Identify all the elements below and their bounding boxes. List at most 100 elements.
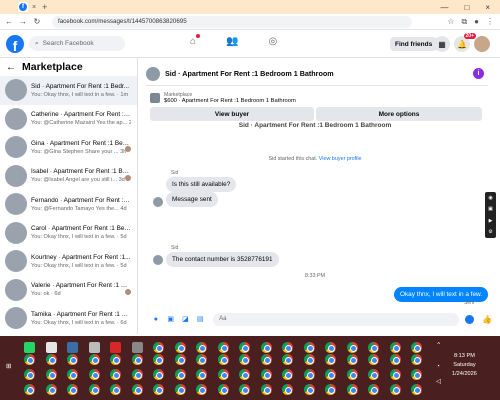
chrome-taskbar-icon[interactable] <box>282 354 293 365</box>
chrome-taskbar-icon[interactable] <box>239 369 250 380</box>
chrome-taskbar-icon[interactable] <box>389 342 401 353</box>
chrome-taskbar-icon[interactable] <box>153 342 164 353</box>
groups-icon[interactable]: ◎ <box>269 36 278 47</box>
chrome-taskbar-icon[interactable] <box>411 384 422 395</box>
chrome-taskbar-icon[interactable] <box>174 384 186 395</box>
find-friends-button[interactable]: Find friends <box>390 37 438 51</box>
chrome-taskbar-icon[interactable] <box>45 384 57 395</box>
chrome-taskbar-icon[interactable] <box>217 384 229 395</box>
chrome-taskbar-icon[interactable] <box>239 354 250 365</box>
chrome-taskbar-icon[interactable] <box>45 369 57 380</box>
photo-icon[interactable]: ▣ <box>166 315 176 323</box>
chrome-taskbar-icon[interactable] <box>196 354 207 365</box>
chrome-taskbar-icon[interactable] <box>45 354 57 365</box>
chrome-taskbar-icon[interactable] <box>368 369 379 380</box>
menu-icon[interactable]: ⋮ <box>486 17 494 27</box>
like-icon[interactable]: 👍 <box>482 315 492 324</box>
chrome-taskbar-icon[interactable] <box>88 384 100 395</box>
chrome-taskbar-icon[interactable] <box>196 384 207 395</box>
chrome-taskbar-icon[interactable] <box>260 342 272 353</box>
app-icon[interactable] <box>131 342 143 353</box>
chrome-taskbar-icon[interactable] <box>325 384 336 395</box>
chrome-taskbar-icon[interactable] <box>67 369 78 380</box>
friends-icon[interactable]: 👥 <box>226 36 238 47</box>
more-options-button[interactable]: More options <box>316 107 482 121</box>
chrome-taskbar-icon[interactable] <box>131 369 143 380</box>
volume-icon[interactable]: ◁ <box>436 377 441 385</box>
network-icon[interactable]: ◔ <box>436 363 440 370</box>
message-input[interactable]: Aa <box>213 312 460 326</box>
tab-close-icon[interactable]: × <box>32 4 36 11</box>
chrome-taskbar-icon[interactable] <box>239 384 250 395</box>
conversation-item[interactable]: Kourtney · Apartment For Rent :1... You: … <box>0 247 137 276</box>
chrome-taskbar-icon[interactable] <box>24 369 35 380</box>
chrome-taskbar-icon[interactable] <box>110 369 121 380</box>
settings-icon[interactable]: ⚙ <box>488 229 492 235</box>
app-icon[interactable] <box>88 342 100 353</box>
view-buyer-profile-link[interactable]: View buyer profile <box>319 156 362 162</box>
back-icon[interactable]: ← <box>4 17 14 26</box>
chrome-taskbar-icon[interactable] <box>282 384 293 395</box>
chrome-taskbar-icon[interactable] <box>411 342 422 353</box>
whatsapp-icon[interactable] <box>24 342 35 353</box>
chrome-taskbar-icon[interactable] <box>174 369 186 380</box>
chrome-taskbar-icon[interactable] <box>389 354 401 365</box>
listing-summary[interactable]: Marketplace $600 · Apartment For Rent :1… <box>150 90 480 106</box>
forward-icon[interactable]: → <box>18 17 28 26</box>
taskbar-clock[interactable]: 8:13 PM Saturday 1/24/2026 <box>452 352 477 379</box>
chrome-taskbar-icon[interactable] <box>411 354 422 365</box>
chrome-taskbar-icon[interactable] <box>153 384 164 395</box>
chrome-taskbar-icon[interactable] <box>260 354 272 365</box>
url-input[interactable]: facebook.com/messages/t/1445700863820695 <box>52 15 412 28</box>
chrome-taskbar-icon[interactable] <box>217 369 229 380</box>
app-icon[interactable] <box>45 342 57 353</box>
close-window-button[interactable]: × <box>485 3 490 12</box>
chrome-taskbar-icon[interactable] <box>303 369 315 380</box>
camera-icon[interactable]: ◉ <box>488 195 492 201</box>
chrome-taskbar-icon[interactable] <box>325 342 336 353</box>
gif-icon[interactable]: ▤ <box>195 315 205 323</box>
app-icon[interactable] <box>67 342 78 353</box>
chrome-taskbar-icon[interactable] <box>67 354 78 365</box>
facebook-logo-icon[interactable]: f <box>6 34 24 53</box>
chrome-taskbar-icon[interactable] <box>196 369 207 380</box>
chrome-taskbar-icon[interactable] <box>282 369 293 380</box>
microphone-icon[interactable]: ● <box>151 316 161 323</box>
chrome-taskbar-icon[interactable] <box>174 342 186 353</box>
conversation-item[interactable]: Tamika · Apartment For Rent :1 B... You: … <box>0 304 137 333</box>
chrome-taskbar-icon[interactable] <box>153 354 164 365</box>
app-icon[interactable] <box>110 342 121 353</box>
conversation-item[interactable]: Isabel · Apartment For Rent :1 Bed... You… <box>0 162 137 191</box>
chrome-taskbar-icon[interactable] <box>411 369 422 380</box>
chrome-taskbar-icon[interactable] <box>217 342 229 353</box>
chrome-taskbar-icon[interactable] <box>346 384 358 395</box>
browser-tab-facebook[interactable]: f <box>18 2 28 12</box>
maximize-button[interactable]: □ <box>464 3 469 12</box>
notifications-icon[interactable]: 🔔 20+ <box>454 33 476 52</box>
profile-icon[interactable]: ● <box>474 17 479 27</box>
chrome-taskbar-icon[interactable] <box>389 369 401 380</box>
chrome-taskbar-icon[interactable] <box>346 354 358 365</box>
chat-title[interactable]: Sid · Apartment For Rent :1 Bedroom 1 Ba… <box>165 69 334 78</box>
sticker-icon[interactable]: ◪ <box>181 315 191 323</box>
chrome-taskbar-icon[interactable] <box>325 354 336 365</box>
chrome-taskbar-icon[interactable] <box>24 354 35 365</box>
screenshot-icon[interactable]: ▣ <box>488 206 493 212</box>
bookmark-star-icon[interactable]: ☆ <box>447 17 454 27</box>
chrome-taskbar-icon[interactable] <box>131 384 143 395</box>
reload-icon[interactable]: ↻ <box>32 17 42 26</box>
chrome-taskbar-icon[interactable] <box>260 384 272 395</box>
emoji-icon[interactable] <box>465 314 475 324</box>
video-icon[interactable]: ▶ <box>489 218 493 224</box>
windows-start-icon[interactable]: ⊞ <box>6 362 11 370</box>
chrome-taskbar-icon[interactable] <box>368 342 379 353</box>
extensions-icon[interactable]: ⧉ <box>461 17 467 27</box>
chrome-taskbar-icon[interactable] <box>153 369 164 380</box>
tray-chevron-icon[interactable]: ⌃ <box>436 341 441 349</box>
chrome-taskbar-icon[interactable] <box>368 354 379 365</box>
chrome-taskbar-icon[interactable] <box>196 342 207 353</box>
chat-listing-thumbnail[interactable] <box>146 66 160 81</box>
chrome-taskbar-icon[interactable] <box>131 354 143 365</box>
chrome-taskbar-icon[interactable] <box>346 369 358 380</box>
chrome-taskbar-icon[interactable] <box>303 384 315 395</box>
